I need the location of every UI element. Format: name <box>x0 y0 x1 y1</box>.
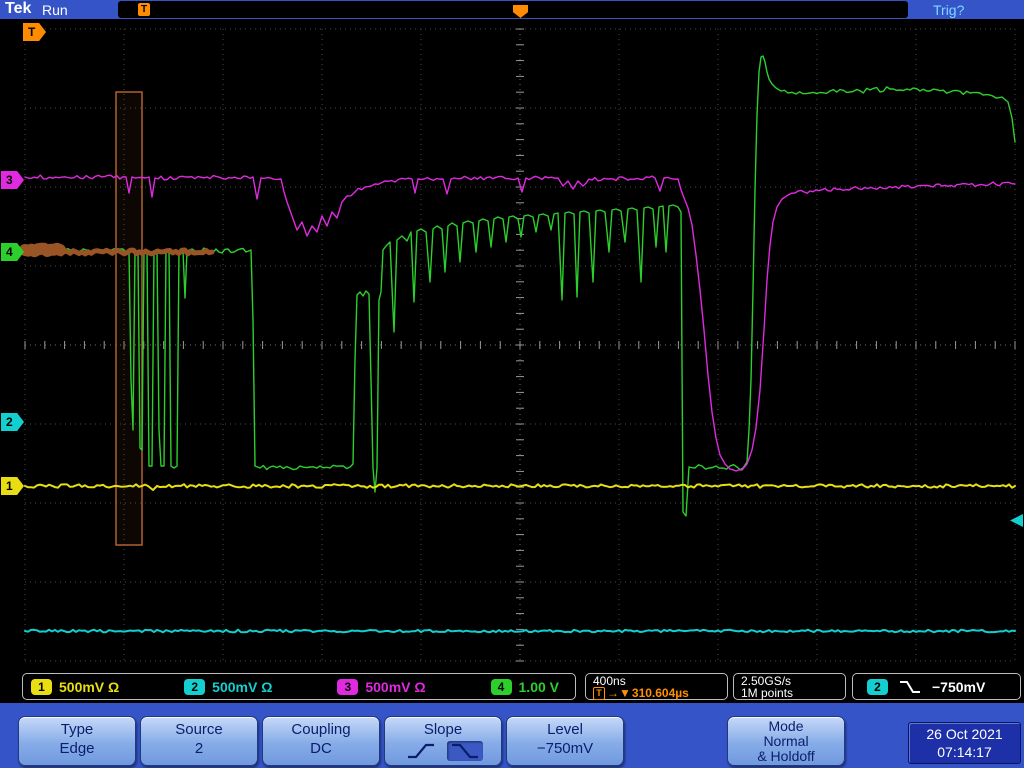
ch1-scale: 500mV Ω <box>59 679 119 695</box>
top-status-bar: Tek Run T Trig? <box>0 0 1024 19</box>
level-button[interactable]: Level −750mV <box>506 716 624 766</box>
trigger-t-flag-icon[interactable]: T <box>138 3 150 16</box>
aux-blob <box>25 249 60 252</box>
ch1-badge: 1 <box>31 679 52 695</box>
ch4-badge: 4 <box>491 679 512 695</box>
source-button[interactable]: Source 2 <box>140 716 258 766</box>
coupling-button[interactable]: Coupling DC <box>262 716 380 766</box>
level-label: Level <box>507 721 623 738</box>
aux-trace <box>58 250 212 254</box>
ch2-readout: 2 500mV Ω <box>184 679 272 695</box>
t-icon: T <box>593 687 605 700</box>
mode-label: Mode <box>728 718 844 734</box>
ch3-readout: 3 500mV Ω <box>337 679 425 695</box>
ch4-scale: 1.00 V <box>519 679 559 695</box>
slope-label: Slope <box>385 721 501 738</box>
delay-arrow-icon: →▼ <box>607 687 631 700</box>
falling-slope-icon[interactable] <box>447 741 483 761</box>
coupling-value: DC <box>263 740 379 757</box>
ch1-readout: 1 500mV Ω <box>31 679 119 695</box>
trigger-readout: 2 −750mV <box>852 673 1021 700</box>
trigger-delay-readout: T →▼ 310.604µs <box>593 687 727 700</box>
mode-value-2: & Holdoff <box>728 749 844 764</box>
slope-button[interactable]: Slope <box>384 716 502 766</box>
source-value: 2 <box>141 740 257 757</box>
status-bar: 1 500mV Ω 2 500mV Ω 3 500mV Ω 4 1.00 V 4… <box>0 670 1024 703</box>
ch4-readout: 4 1.00 V <box>491 679 559 695</box>
tek-logo: Tek <box>5 0 31 18</box>
trigger-position-icon[interactable] <box>513 5 528 18</box>
trigger-source-badge: 2 <box>867 679 888 695</box>
time-value: 07:14:17 <box>909 743 1020 761</box>
waveform-canvas <box>0 19 1024 670</box>
channel-readouts: 1 500mV Ω 2 500mV Ω 3 500mV Ω 4 1.00 V <box>22 673 576 700</box>
falling-slope-icon <box>898 679 922 695</box>
type-button[interactable]: Type Edge <box>18 716 136 766</box>
ch3-badge: 3 <box>337 679 358 695</box>
ch2-badge: 2 <box>184 679 205 695</box>
timebase-readout: 400ns T →▼ 310.604µs <box>585 673 728 700</box>
acquisition-readout: 2.50GS/s 1M points <box>733 673 846 700</box>
waveform-display: T3421 <box>0 19 1024 670</box>
ch2-trace <box>25 630 1015 633</box>
bottom-menu: Type Edge Source 2 Coupling DC Slope Lev… <box>0 703 1024 768</box>
level-value: −750mV <box>507 740 623 757</box>
delay-value: 310.604µs <box>632 687 689 700</box>
acquisition-status: Run <box>42 2 68 18</box>
ch2-scale: 500mV Ω <box>212 679 272 695</box>
type-label: Type <box>19 721 135 738</box>
coupling-label: Coupling <box>263 721 379 738</box>
top-readout-strip: T <box>118 1 908 18</box>
datetime-display: 26 Oct 2021 07:14:17 <box>908 722 1021 764</box>
mode-button[interactable]: Mode Normal & Holdoff <box>727 716 845 766</box>
type-value: Edge <box>19 740 135 757</box>
date-value: 26 Oct 2021 <box>909 725 1020 743</box>
record-length: 1M points <box>741 687 845 699</box>
source-label: Source <box>141 721 257 738</box>
mode-value-1: Normal <box>728 734 844 749</box>
trigger-status: Trig? <box>933 2 964 18</box>
rising-slope-icon[interactable] <box>403 741 439 761</box>
ch3-scale: 500mV Ω <box>365 679 425 695</box>
trigger-level: −750mV <box>932 679 985 695</box>
